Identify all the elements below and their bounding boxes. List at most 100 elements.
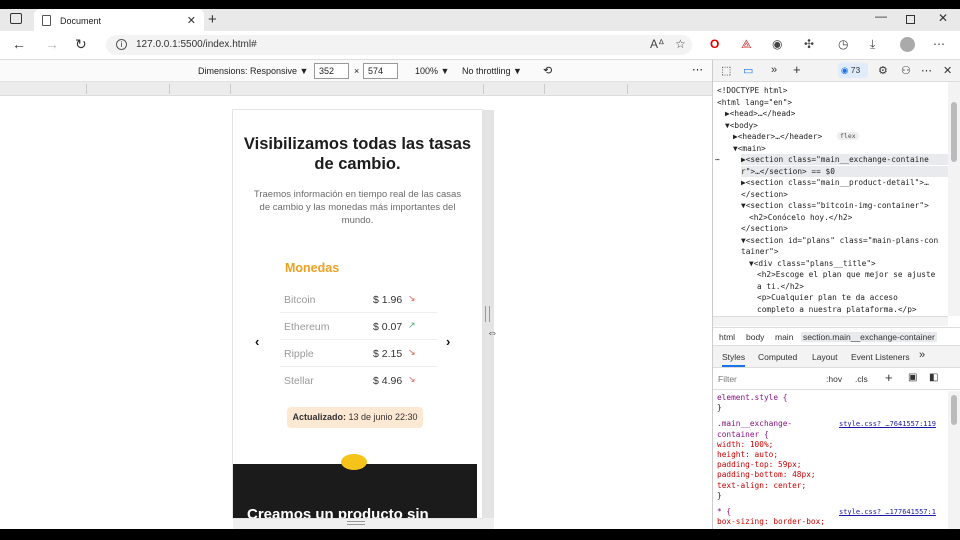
dom-node-line[interactable]: </section> (741, 189, 948, 200)
stylesheet-link[interactable]: style.css? …177641557:1 (839, 507, 936, 517)
dom-node-line[interactable]: ▶<section class="main__product-detail">… (741, 177, 948, 188)
back-icon[interactable]: ← (12, 36, 26, 52)
style-rule-line[interactable]: padding-bottom: 48px; (717, 470, 816, 480)
tab-event-listeners[interactable]: Event Listeners (851, 352, 910, 362)
styles-pane[interactable]: element.style {} .main__exchange-style.cs… (713, 391, 948, 529)
more-tabs-icon[interactable]: » (771, 64, 777, 76)
forward-icon[interactable]: → (45, 36, 59, 52)
tab-computed[interactable]: Computed (758, 352, 797, 362)
new-tab-button[interactable]: + (208, 11, 217, 28)
coin-price: $ 2.15 (373, 348, 403, 360)
device-more-icon[interactable]: ⋯ (692, 63, 703, 76)
flex-badge[interactable]: flex (837, 132, 859, 140)
new-rule-icon[interactable]: + (885, 370, 893, 385)
rotate-icon[interactable]: ⟲ (543, 64, 552, 77)
cls-button[interactable]: .cls (855, 374, 868, 384)
device-toggle-icon[interactable]: ▭ (743, 64, 753, 77)
dom-node-line[interactable]: ▼<section class="bitcoin-img-container"> (741, 200, 948, 211)
stylesheet-link[interactable]: style.css? …7641557:119 (839, 419, 936, 429)
puzzle-icon[interactable]: ✣ (804, 37, 814, 51)
dom-node-line[interactable]: ▼<div class="plans__title"> (749, 258, 948, 269)
breadcrumb-body[interactable]: body (746, 332, 764, 342)
tab-styles[interactable]: Styles (722, 352, 746, 367)
elements-scrollbar[interactable] (948, 82, 960, 316)
dom-node-line[interactable]: ▶<section class="main__exchange-containe (741, 154, 948, 165)
dom-node-line[interactable]: ▼<section id="plans" class="main-plans-c… (741, 235, 948, 246)
minimize-button[interactable]: — (875, 9, 887, 23)
breadcrumb-main[interactable]: main (775, 332, 793, 342)
inspect-icon[interactable]: ⬚ (721, 64, 731, 77)
dom-node-line[interactable]: a ti.</h2> (757, 281, 948, 292)
dom-node-line[interactable]: <p>Cualquier plan te da acceso (757, 292, 948, 303)
style-rule-line: .main__exchange- (717, 419, 793, 429)
carousel-next-icon[interactable]: › (446, 334, 450, 349)
close-tab-icon[interactable]: ✕ (187, 14, 196, 27)
extension-icon[interactable]: ◉ (772, 37, 782, 51)
opera-extension-icon[interactable]: O (710, 37, 719, 51)
selected-node-dots-icon[interactable]: ⋯ (715, 154, 720, 165)
coin-row: Ethereum $ 0.07 ↗ (280, 315, 437, 340)
dom-node-line[interactable]: <h2>Conócelo hoy.</h2> (749, 212, 948, 223)
tab-layout[interactable]: Layout (812, 352, 838, 362)
pdf-extension-icon[interactable]: ⟁ (741, 37, 752, 52)
dom-node-line[interactable]: </section> (741, 223, 948, 234)
dimensions-dropdown[interactable]: Dimensions: Responsive ▼ (198, 66, 308, 76)
dom-node-line[interactable]: ▼<main> (733, 143, 948, 154)
favorite-icon[interactable]: ☆ (675, 37, 686, 51)
style-rule-line[interactable]: text-align: center; (717, 481, 806, 491)
restore-button[interactable] (906, 15, 915, 24)
devtools-toolbar: ⬚ ▭ » + ⚙ ⚇ ⋯ ✕ (713, 60, 960, 82)
browser-tab[interactable]: Document ✕ (34, 9, 204, 32)
style-rule-line: } (717, 490, 722, 500)
width-input[interactable]: 352 (314, 63, 349, 79)
url-text: 127.0.0.1:5500/index.html# (136, 39, 257, 50)
breadcrumb-html[interactable]: html (719, 332, 735, 342)
dom-node-line[interactable]: <h2>Escoge el plan que mejor se ajuste (757, 269, 948, 280)
close-window-button[interactable]: ✕ (938, 11, 948, 25)
more-style-tabs-icon[interactable]: » (919, 349, 925, 361)
devtools-more-icon[interactable]: ⋯ (921, 64, 932, 77)
device-toolbar: Dimensions: Responsive ▼ 352 × 574 100% … (0, 60, 712, 82)
add-panel-icon[interactable]: + (793, 62, 801, 77)
style-rule-line[interactable]: width: 100%; (717, 440, 773, 450)
dom-node-line[interactable]: completo a nuestra plataforma.</p> (757, 304, 948, 315)
dom-node-line[interactable]: ▼<body> (725, 120, 948, 131)
carousel-prev-icon[interactable]: ‹ (255, 334, 259, 349)
refresh-icon[interactable]: ↻ (75, 36, 87, 53)
dom-node-line[interactable]: tainer"> (741, 246, 948, 257)
read-aloud-icon[interactable]: Aᐞ (650, 37, 665, 51)
dom-node-line[interactable]: <html lang="en"> (717, 97, 948, 108)
more-menu-icon[interactable]: ⋯ (933, 37, 945, 51)
style-rule-line[interactable]: padding-top: 59px; (717, 460, 802, 470)
style-rule-line[interactable]: height: auto; (717, 450, 778, 460)
settings-icon[interactable]: ⚙ (878, 64, 888, 77)
throttling-dropdown[interactable]: No throttling ▼ (462, 66, 522, 76)
issues-icon: ◉ (841, 65, 849, 75)
dom-node-line[interactable]: ▶<head>…</head> (725, 108, 948, 119)
elements-tree[interactable]: <!DOCTYPE html> <html lang="en"> ▶<head>…<… (713, 82, 948, 316)
resize-handle-right[interactable] (482, 110, 494, 518)
sidebar-toggle-icon[interactable]: ◧ (929, 372, 938, 383)
dom-node-line[interactable]: <!DOCTYPE html> (717, 85, 948, 96)
hov-button[interactable]: :hov (826, 374, 842, 384)
resize-handle-bottom[interactable] (233, 518, 494, 529)
computed-toggle-icon[interactable]: ▣ (908, 372, 917, 383)
customize-icon[interactable]: ⚇ (901, 64, 911, 77)
profile-avatar[interactable] (900, 37, 915, 52)
exchange-description: Traemos información en tiempo real de la… (253, 189, 462, 226)
site-info-icon[interactable]: i (116, 39, 127, 50)
elements-hscrollbar[interactable] (713, 316, 948, 326)
close-devtools-icon[interactable]: ✕ (943, 64, 952, 77)
tab-actions-icon[interactable] (10, 13, 22, 24)
download-icon[interactable]: ⤓ (870, 37, 875, 52)
url-field[interactable]: i 127.0.0.1:5500/index.html# (106, 35, 692, 55)
height-input[interactable]: 574 (363, 63, 398, 79)
filter-input[interactable]: Filter (718, 374, 737, 384)
style-rule-line[interactable]: box-sizing: border-box; (717, 517, 825, 527)
zoom-dropdown[interactable]: 100% ▼ (415, 66, 449, 76)
dom-node-line[interactable]: r">…</section> == $0 (741, 165, 948, 177)
styles-scrollbar[interactable] (948, 391, 960, 529)
issues-badge[interactable]: ◉ 73 (838, 63, 868, 78)
breadcrumb-section[interactable]: section.main__exchange-container (801, 332, 937, 342)
history-icon[interactable]: ◷ (838, 37, 848, 51)
